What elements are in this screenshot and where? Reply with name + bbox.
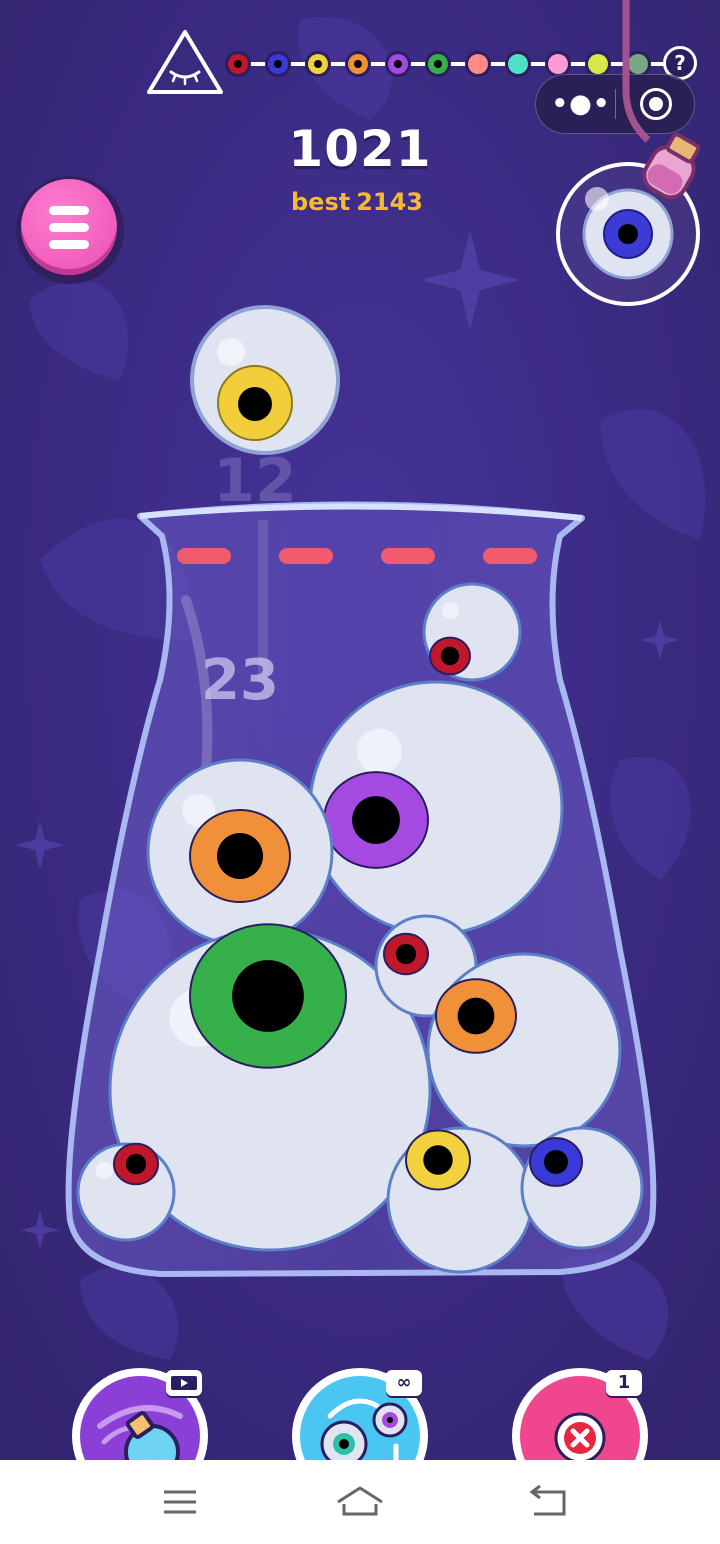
jar-eye-7: [76, 1142, 176, 1242]
nav-menu-button[interactable]: [140, 1480, 220, 1524]
system-nav-bar: [0, 1460, 720, 1544]
jar-eye-3: [146, 758, 334, 946]
eye-jar: [65, 501, 657, 1277]
powerup-swap-badge: ∞: [386, 1370, 422, 1396]
jar-eye-8: [386, 1126, 534, 1274]
jar-eye-1: [422, 582, 522, 682]
hamburger-icon: [164, 1490, 196, 1514]
jar-counter: 23: [201, 648, 279, 713]
nav-home-button[interactable]: [320, 1480, 400, 1524]
jar-eye-9: [520, 1126, 644, 1250]
jar-eye-2: [308, 680, 564, 936]
home-icon: [337, 1486, 383, 1516]
powerup-remove-badge: 1: [606, 1370, 642, 1396]
powerup-potion-badge: [166, 1370, 202, 1396]
nav-back-button[interactable]: [508, 1480, 588, 1524]
back-icon: [529, 1484, 566, 1516]
jar-eye-6: [426, 952, 622, 1148]
video-icon: [171, 1376, 197, 1390]
game-screen: ? •●• 1021 best 2143 12 23 ∞ 1: [0, 0, 720, 1544]
